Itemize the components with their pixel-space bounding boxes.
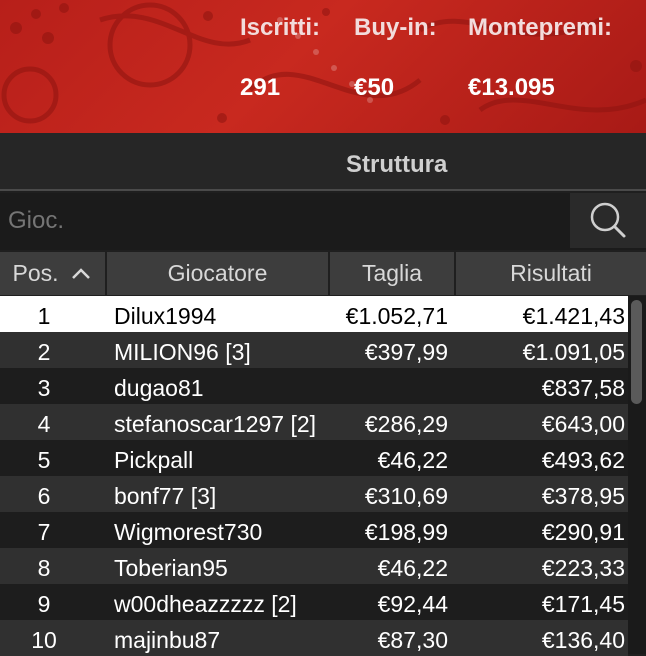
row-result: €493,62 xyxy=(541,447,625,473)
row-result: €378,95 xyxy=(541,483,625,509)
row-size: €286,29 xyxy=(364,411,448,437)
stat-buyin: Buy-in: €50 xyxy=(354,14,437,102)
row-player: Wigmorest730 xyxy=(114,519,263,545)
stat-entrants-value: 291 xyxy=(240,74,281,101)
row-position: 7 xyxy=(37,519,51,545)
row-player: Pickpall xyxy=(114,447,194,473)
scrollbar-thumb[interactable] xyxy=(631,300,642,404)
row-size: €46,22 xyxy=(377,555,448,581)
table-row[interactable]: 6 bonf77 [3] €310,69 €378,95 xyxy=(0,476,628,512)
table-row[interactable]: 7 Wigmorest730 €198,99 €290,91 xyxy=(0,512,628,548)
table-row[interactable]: 3 dugao81 €837,58 xyxy=(0,368,628,404)
table-row[interactable]: 10 majinbu87 €87,30 €136,40 xyxy=(0,620,628,656)
stat-prizepool-label: Montepremi: xyxy=(468,14,612,41)
row-result: €1.091,05 xyxy=(522,339,625,365)
stat-entrants: Iscritti: 291 xyxy=(240,14,320,102)
row-result: €136,40 xyxy=(541,627,625,653)
tournament-header: Iscritti: 291 Buy-in: €50 Montepremi: €1… xyxy=(0,0,646,133)
row-player: dugao81 xyxy=(114,375,204,401)
stat-prizepool: Montepremi: €13.095 xyxy=(468,14,612,102)
search-button[interactable] xyxy=(570,193,646,248)
row-size: €87,30 xyxy=(377,627,448,653)
results-table: 1 Dilux1994 €1.052,71 €1.421,43 2 MILION… xyxy=(0,296,628,656)
row-position: 9 xyxy=(37,591,51,617)
row-position: 5 xyxy=(37,447,51,473)
row-position: 4 xyxy=(37,411,51,437)
table-row[interactable]: 8 Toberian95 €46,22 €223,33 xyxy=(0,548,628,584)
table-scrollbar[interactable] xyxy=(628,296,646,654)
row-size: €310,69 xyxy=(364,483,448,509)
table-row[interactable]: 4 stefanoscar1297 [2] €286,29 €643,00 xyxy=(0,404,628,440)
table-row[interactable]: 9 w00dheazzzzz [2] €92,44 €171,45 xyxy=(0,584,628,620)
row-player: bonf77 [3] xyxy=(114,483,217,509)
row-position: 8 xyxy=(37,555,51,581)
table-row[interactable]: 1 Dilux1994 €1.052,71 €1.421,43 xyxy=(0,296,628,332)
search-input[interactable] xyxy=(0,193,570,248)
stat-buyin-label: Buy-in: xyxy=(354,14,437,41)
row-position: 1 xyxy=(37,303,51,329)
structure-tab-label: Struttura xyxy=(346,151,448,178)
row-result: €1.421,43 xyxy=(522,303,625,329)
column-header-pos[interactable]: Pos. xyxy=(0,252,105,295)
row-result: €290,91 xyxy=(541,519,625,545)
stat-buyin-value: €50 xyxy=(354,74,395,101)
row-position: 3 xyxy=(37,375,51,401)
row-player: stefanoscar1297 [2] xyxy=(114,411,317,437)
column-header-size[interactable]: Taglia xyxy=(330,252,454,295)
column-header-size-label: Taglia xyxy=(361,260,423,286)
column-header-player[interactable]: Giocatore xyxy=(107,252,328,295)
row-size: €46,22 xyxy=(377,447,448,473)
row-size: €1.052,71 xyxy=(345,303,448,329)
row-player: MILION96 [3] xyxy=(114,339,251,365)
structure-tab[interactable]: Struttura xyxy=(0,133,646,191)
search-icon xyxy=(590,202,626,238)
chevron-up-icon xyxy=(71,267,90,279)
table-row[interactable]: 5 Pickpall €46,22 €493,62 xyxy=(0,440,628,476)
row-result: €223,33 xyxy=(541,555,625,581)
row-size: €92,44 xyxy=(377,591,448,617)
row-size: €198,99 xyxy=(364,519,448,545)
row-position: 2 xyxy=(37,339,51,365)
stat-entrants-label: Iscritti: xyxy=(240,14,321,41)
row-result: €643,00 xyxy=(541,411,625,437)
column-header-player-label: Giocatore xyxy=(167,260,268,286)
column-header-results[interactable]: Risultati xyxy=(456,252,646,295)
row-player: Toberian95 xyxy=(114,555,228,581)
row-player: Dilux1994 xyxy=(114,303,217,329)
stat-prizepool-value: €13.095 xyxy=(468,74,555,101)
table-row[interactable]: 2 MILION96 [3] €397,99 €1.091,05 xyxy=(0,332,628,368)
row-position: 6 xyxy=(37,483,51,509)
row-position: 10 xyxy=(31,627,57,653)
row-size: €397,99 xyxy=(364,339,448,365)
search-row xyxy=(0,193,646,250)
row-result: €837,58 xyxy=(541,375,625,401)
column-header-results-label: Risultati xyxy=(510,260,592,286)
row-result: €171,45 xyxy=(541,591,625,617)
column-header-pos-label: Pos. xyxy=(12,260,59,286)
row-player: majinbu87 xyxy=(114,627,221,653)
row-player: w00dheazzzzz [2] xyxy=(114,591,297,617)
